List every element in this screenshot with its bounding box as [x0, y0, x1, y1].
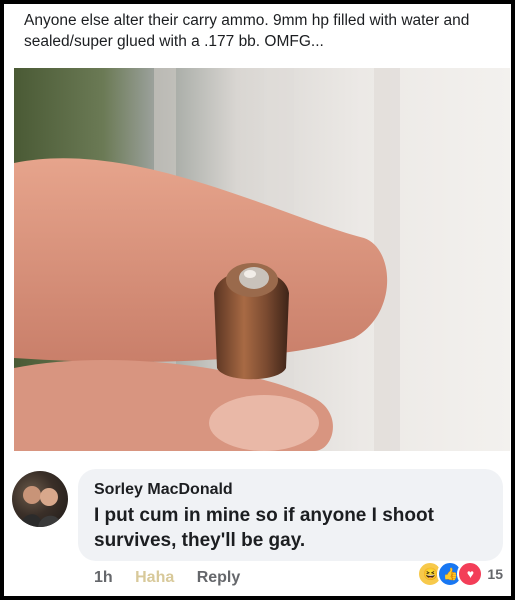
post-card: Anyone else alter their carry ammo. 9mm … [4, 4, 511, 596]
comment-bubble: Sorley MacDonald I put cum in mine so if… [78, 469, 503, 561]
comment-author[interactable]: Sorley MacDonald [94, 481, 233, 499]
reaction-count: 15 [487, 566, 503, 582]
haha-button[interactable]: Haha [135, 569, 174, 586]
reply-button[interactable]: Reply [197, 569, 241, 586]
avatar-photo [20, 486, 62, 527]
reaction-summary[interactable]: 😆 👍 ♥ 15 [417, 561, 503, 587]
love-icon: ♥ [457, 561, 484, 587]
comment-actions: 1h Haha Reply [94, 569, 258, 587]
comment-text: I put cum in mine so if anyone I shoot s… [94, 505, 434, 551]
avatar[interactable] [12, 471, 68, 527]
post-text: Anyone else alter their carry ammo. 9mm … [24, 12, 470, 50]
bullet-photo-illustration [14, 68, 400, 451]
post-photo[interactable] [14, 68, 510, 451]
comment: Sorley MacDonald I put cum in mine so if… [4, 451, 511, 596]
comment-time[interactable]: 1h [94, 569, 113, 586]
